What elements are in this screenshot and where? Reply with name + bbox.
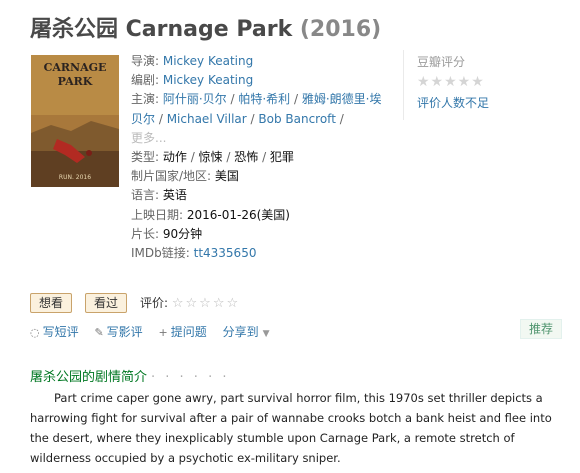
rate-label: 评价: xyxy=(140,296,172,310)
imdb-row: IMDb链接: tt4335650 xyxy=(131,244,386,263)
comment-icon: ◌ xyxy=(30,326,40,339)
synopsis-heading: 屠杀公园的剧情简介 · · · · · · xyxy=(30,366,229,385)
write-review-button[interactable]: ✎ 写影评 xyxy=(94,325,142,339)
rating-label: 豆瓣评分 xyxy=(417,55,466,69)
director-row: 导演: Mickey Keating xyxy=(131,52,386,71)
rate-widget: 评价: ☆☆☆☆☆ xyxy=(140,294,240,311)
genre-value: 犯罪 xyxy=(269,150,294,165)
release-value: 2016-01-26(美国) xyxy=(186,207,290,222)
writer-row: 编剧: Mickey Keating xyxy=(131,71,386,90)
movie-poster[interactable]: CARNAGE PARK RUN. 2016 xyxy=(31,55,119,187)
movie-year: (2016) xyxy=(299,17,382,42)
director-link[interactable]: Mickey Keating xyxy=(163,54,253,68)
language-row: 语言: 英语 xyxy=(131,186,386,205)
synopsis-text: Part crime caper gone awry, part surviva… xyxy=(30,391,552,465)
cast-more-link[interactable]: 更多... xyxy=(131,131,166,145)
release-label: 上映日期: xyxy=(131,207,187,222)
imdb-label: IMDb链接: xyxy=(131,246,194,261)
rate-stars[interactable]: ☆☆☆☆☆ xyxy=(172,296,240,311)
writer-link[interactable]: Mickey Keating xyxy=(163,73,253,87)
genre-value: 恐怖 xyxy=(234,150,259,165)
recommend-button[interactable]: 推荐 xyxy=(520,319,563,339)
genre-value: 惊悚 xyxy=(198,150,223,165)
country-value: 美国 xyxy=(214,169,239,184)
want-to-watch-button[interactable]: 想看 xyxy=(30,293,73,313)
caret-down-icon: ▼ xyxy=(262,329,270,339)
country-row: 制片国家/地区: 美国 xyxy=(131,167,386,186)
page-title: 屠杀公园 Carnage Park (2016) xyxy=(30,11,381,43)
language-value: 英语 xyxy=(162,188,187,203)
runtime-value: 90分钟 xyxy=(162,226,203,241)
poster-image: CARNAGE PARK RUN. 2016 xyxy=(31,55,119,187)
release-row: 上映日期: 2016-01-26(美国) xyxy=(131,206,386,225)
cast-link[interactable]: 帕特·希利 xyxy=(238,92,290,106)
watched-button[interactable]: 看过 xyxy=(85,293,128,313)
synopsis-dots: · · · · · · xyxy=(151,370,230,385)
cast-link[interactable]: 阿什丽·贝尔 xyxy=(163,92,227,106)
ask-question-button[interactable]: + 提问题 xyxy=(159,325,207,339)
write-short-review-button[interactable]: ◌ 写短评 xyxy=(30,325,79,339)
synopsis-title: 屠杀公园的剧情简介 xyxy=(30,370,148,385)
rating-stars: ★★★★★ xyxy=(417,74,485,90)
share-button[interactable]: 分享到 ▼ xyxy=(223,325,270,339)
writer-label: 编剧: xyxy=(131,73,163,88)
imdb-link[interactable]: tt4335650 xyxy=(194,246,257,260)
pencil-icon: ✎ xyxy=(94,326,104,339)
genre-value: 动作 xyxy=(162,150,187,165)
rating-divider xyxy=(403,50,404,120)
poster-title-line2: PARK xyxy=(58,75,93,88)
genre-label: 类型: xyxy=(131,150,163,165)
movie-info: 导演: Mickey Keating 编剧: Mickey Keating 主演… xyxy=(131,52,386,263)
movie-title: 屠杀公园 Carnage Park xyxy=(30,17,293,42)
action-bar: ◌ 写短评 ✎ 写影评 + 提问题 分享到 ▼ xyxy=(30,323,282,340)
cast-label: 主演: xyxy=(131,92,163,107)
plus-icon: + xyxy=(158,326,168,339)
genre-row: 类型: 动作 / 惊悚 / 恐怖 / 犯罪 xyxy=(131,150,294,165)
insufficient-ratings-link[interactable]: 评价人数不足 xyxy=(417,94,489,111)
runtime-label: 片长: xyxy=(131,226,163,241)
cast-link[interactable]: Michael Villar xyxy=(167,112,247,126)
poster-title-line1: CARNAGE xyxy=(44,61,107,74)
country-label: 制片国家/地区: xyxy=(131,169,215,184)
director-label: 导演: xyxy=(131,54,163,68)
runtime-row: 片长: 90分钟 xyxy=(131,225,386,244)
language-label: 语言: xyxy=(131,188,163,203)
cast-row: 主演: 阿什丽·贝尔 / 帕特·希利 / 雅姆·朗德里·埃贝尔 / Michae… xyxy=(131,92,382,145)
cast-link[interactable]: Bob Bancroft xyxy=(258,112,336,126)
poster-date: RUN. 2016 xyxy=(59,174,91,181)
